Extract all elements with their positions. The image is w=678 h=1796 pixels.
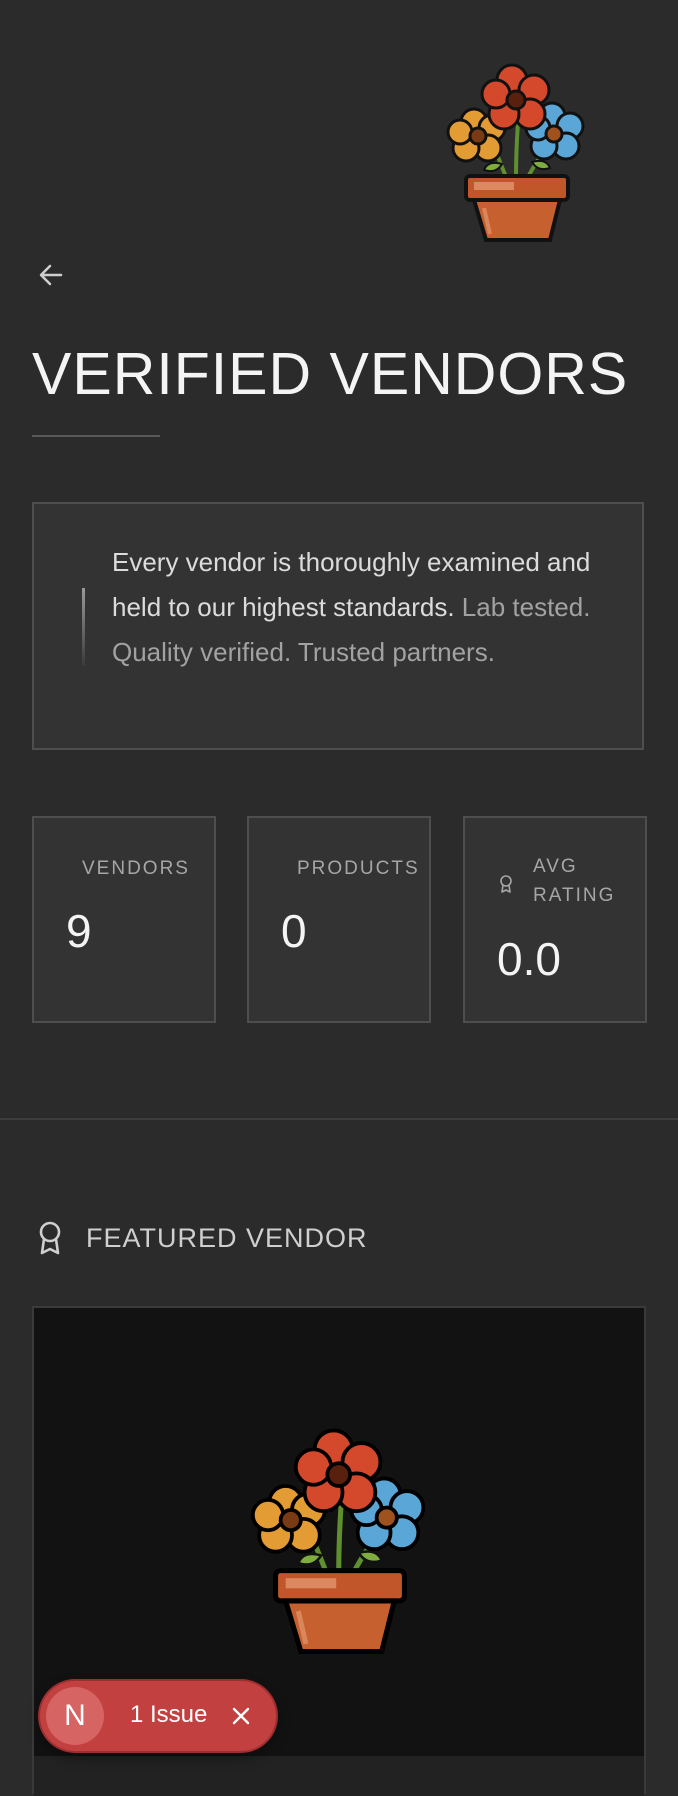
close-icon [232,1707,250,1725]
nextjs-avatar: N [46,1687,104,1745]
featured-vendor-details [34,1756,644,1796]
stat-label: PRODUCTS [297,858,420,879]
issues-badge[interactable]: N 1 Issue [40,1681,276,1751]
back-button[interactable] [34,258,68,292]
stat-value: 0.0 [497,933,561,985]
title-underline [32,435,160,437]
close-issues-button[interactable] [226,1701,256,1731]
award-icon [39,1221,61,1255]
arrow-left-icon [39,264,63,286]
stat-card-products: PRODUCTS 0 [247,816,431,1023]
flower-pot-logo-icon [446,63,585,242]
intro-text: Every vendor is thoroughly examined and … [112,540,612,675]
flower-pot-logo-icon [250,1428,426,1654]
quote-accent-bar [82,588,85,666]
stat-card-vendors: VENDORS 9 [32,816,216,1023]
stat-value: 9 [66,905,92,957]
award-icon [499,874,513,899]
intro-card: Every vendor is thoroughly examined and … [32,502,644,750]
stat-value: 0 [281,905,307,957]
featured-vendor-label: FEATURED VENDOR [86,1222,368,1253]
issues-count-text: 1 Issue [130,1701,208,1728]
stat-label: VENDORS [82,858,190,879]
featured-vendor-heading: FEATURED VENDOR [36,1218,368,1258]
stat-label: AVG RATING [533,856,616,906]
section-divider [0,1118,678,1120]
brand-logo [440,52,594,242]
page-title: VERIFIED VENDORS [32,341,629,407]
stat-card-avg-rating: AVG RATING 0.0 [463,816,647,1023]
